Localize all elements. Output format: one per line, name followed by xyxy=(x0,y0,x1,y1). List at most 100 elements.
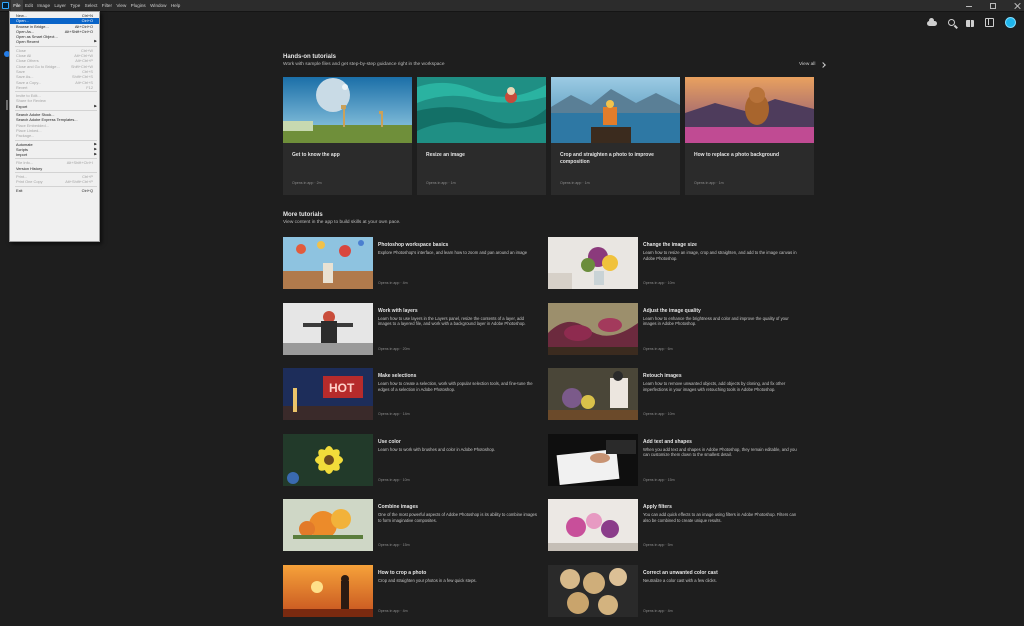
tutorial-thumbnail-image xyxy=(283,564,373,617)
menu-separator xyxy=(15,158,97,160)
tutorial-card-resize[interactable]: Resize an image Opens in app · 1m xyxy=(417,77,546,195)
menu-help[interactable]: Help xyxy=(169,0,183,12)
tutorial-meta: Opens in app · 10m xyxy=(643,281,675,285)
card-meta: Opens in app · 1m xyxy=(426,181,456,185)
tutorial-title: Use color xyxy=(378,438,401,445)
tutorial-description: When you add text and shapes in Adobe Ph… xyxy=(643,446,797,458)
tutorial-item[interactable]: Combine images One of the most powerful a… xyxy=(283,499,545,551)
tutorial-meta: Opens in app · 15m xyxy=(378,543,410,547)
file-menu-item[interactable]: Exit Ctrl+Q xyxy=(10,188,99,193)
menu-item-shortcut: F12 xyxy=(86,84,93,90)
tutorial-meta: Opens in app · 15m xyxy=(643,477,675,482)
tutorial-title: Add text and shapes xyxy=(643,438,692,445)
menu-item-label: Export xyxy=(16,103,28,109)
sidebar-icon[interactable] xyxy=(985,18,994,27)
tutorial-card-get-to-know[interactable]: Get to know the app Opens in app · 2m xyxy=(283,77,412,195)
menu-item-shortcut: Ctrl+Q xyxy=(81,187,93,193)
menu-item-label: Search Adobe Express Templates... xyxy=(16,117,78,123)
tutorial-card-replace-background[interactable]: How to replace a photo background Opens … xyxy=(685,77,814,195)
tutorial-title: Combine images xyxy=(378,504,419,510)
tutorial-meta: Opens in app · 10m xyxy=(643,412,675,416)
tutorial-description: One of the most powerful aspects of Adob… xyxy=(378,512,537,523)
photoshop-home: File Edit Image Layer Type Select Filter… xyxy=(0,0,1024,626)
more-tutorials-title: More tutorials xyxy=(283,212,323,218)
menu-select[interactable]: Select xyxy=(82,0,99,12)
minimize-icon[interactable] xyxy=(966,3,972,9)
menu-item-label: Share for Review xyxy=(16,98,46,104)
menu-item-label: New... xyxy=(16,13,27,18)
file-menu-item[interactable]: Version History xyxy=(10,166,99,171)
menu-view[interactable]: View xyxy=(114,0,128,12)
menu-type[interactable]: Type xyxy=(68,0,82,12)
menu-file[interactable]: File xyxy=(11,0,23,12)
svg-text:HOT: HOT xyxy=(329,381,355,395)
card-title: Get to know the app xyxy=(292,152,340,158)
tutorial-description: Learn how to work with brushes and color… xyxy=(378,446,496,452)
tutorial-meta: Opens in app · 4m xyxy=(378,281,408,285)
tutorial-description: Learn how to remove unwanted objects, ad… xyxy=(643,381,786,392)
tutorial-item[interactable]: Adjust the image quality Learn how to enh… xyxy=(548,302,810,355)
tutorial-description: Learn how to resize an image, crop and s… xyxy=(643,250,797,261)
menu-item-label: Exit xyxy=(16,187,23,193)
tutorial-item[interactable]: Work with layers Learn how to use layers … xyxy=(283,302,545,355)
menu-item-label: Place Embedded... xyxy=(16,122,49,128)
tutorial-card-crop-straighten[interactable]: Crop and straighten a photo to improve c… xyxy=(551,77,680,195)
tutorial-title: Change the image size xyxy=(643,242,697,248)
thumb-dog-image xyxy=(685,77,814,143)
tutorial-item[interactable]: Add text and shapes When you add text and… xyxy=(548,433,810,486)
file-menu-item[interactable]: Import ▶ xyxy=(10,152,99,157)
menu-separator xyxy=(15,172,97,174)
more-tutorials-subtitle: View content in the app to build skills … xyxy=(283,220,401,225)
file-menu-dropdown: New... Ctrl+N Open... Ctrl+O Browse in Bridg… xyxy=(9,11,100,242)
menu-item-label: Search Adobe Stock... xyxy=(16,112,55,118)
chevron-right-icon xyxy=(820,61,827,68)
tutorial-thumbnail-image xyxy=(548,433,638,486)
tutorial-item[interactable]: Retouch images Learn how to remove unwant… xyxy=(548,368,810,420)
gift-icon[interactable] xyxy=(966,19,974,27)
menu-item-label: Save xyxy=(16,68,25,74)
search-icon[interactable] xyxy=(948,19,955,26)
tutorial-item[interactable]: Correct an unwanted color cast Neutralize… xyxy=(548,564,810,617)
tutorial-thumbnail-image xyxy=(283,499,373,551)
menu-item-label: Save a Copy... xyxy=(16,79,42,85)
file-menu-item[interactable]: Open Recent ▶ xyxy=(10,39,99,44)
menu-item-label: Scripts xyxy=(16,146,28,152)
tutorial-thumbnail-image xyxy=(548,368,638,420)
menu-item-label: Import xyxy=(16,152,28,158)
maximize-icon[interactable] xyxy=(990,3,996,9)
tutorial-description: You can add quick effects to an image us… xyxy=(643,512,797,523)
tutorial-title: Correct an unwanted color cast xyxy=(643,569,718,576)
menu-separator xyxy=(15,185,97,187)
cloud-icon[interactable] xyxy=(927,18,937,26)
card-title: Crop and straighten a photo to improve c… xyxy=(560,152,654,165)
menu-item-label: Browse in Bridge... xyxy=(16,23,49,29)
avatar[interactable] xyxy=(1005,17,1016,28)
menu-filter[interactable]: Filter xyxy=(100,0,115,12)
close-icon[interactable] xyxy=(1014,3,1020,9)
hands-on-title: Hands-on tutorials xyxy=(283,54,337,60)
tutorial-item[interactable]: HOT Make selections Learn how to create a … xyxy=(283,368,545,420)
tutorial-thumbnail-image xyxy=(548,237,638,289)
tutorial-item[interactable]: Change the image size Learn how to resize… xyxy=(548,237,810,289)
tutorial-item[interactable]: Use color Learn how to work with brushes … xyxy=(283,433,545,486)
file-menu-item[interactable]: Export ▶ xyxy=(10,104,99,109)
tutorial-item[interactable]: Photoshop workspace basics Explore Photos… xyxy=(283,237,545,289)
menu-image[interactable]: Image xyxy=(35,0,52,12)
tutorial-meta: Opens in app · 4m xyxy=(378,608,408,613)
tutorial-title: Photoshop workspace basics xyxy=(378,242,449,248)
menu-plugins[interactable]: Plugins xyxy=(128,0,147,12)
menu-layer[interactable]: Layer xyxy=(52,0,68,12)
tutorial-thumbnail-image xyxy=(283,302,373,355)
tutorial-meta: Opens in app · 5m xyxy=(643,543,673,547)
tutorial-item[interactable]: How to crop a photo Crop and straighten y… xyxy=(283,564,545,617)
menu-separator xyxy=(15,91,97,93)
tutorial-item[interactable]: Apply filters You can add quick effects t… xyxy=(548,499,810,551)
view-all-link[interactable]: View all xyxy=(799,61,827,68)
menu-window[interactable]: Window xyxy=(148,0,169,12)
tutorial-description: Learn how to create a selection, work wi… xyxy=(378,381,533,392)
card-meta: Opens in app · 1m xyxy=(694,181,724,185)
menu-separator xyxy=(15,139,97,141)
card-meta: Opens in app · 1m xyxy=(560,181,590,185)
menu-edit[interactable]: Edit xyxy=(23,0,35,12)
submenu-arrow-icon: ▶ xyxy=(94,152,97,157)
